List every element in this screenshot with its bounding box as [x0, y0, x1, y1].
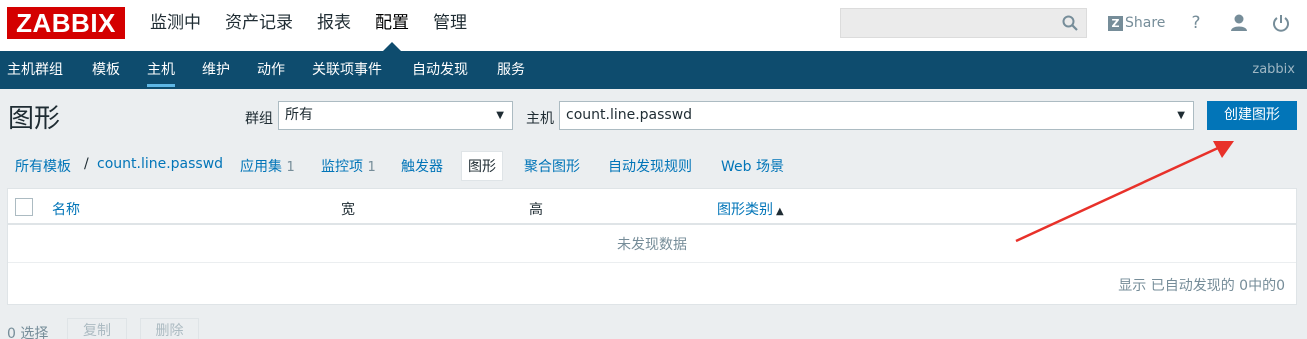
group-select[interactable]: 所有 ▼	[278, 101, 513, 130]
username-label: zabbix	[1252, 62, 1295, 77]
submenu-event-correlation[interactable]: 关联项事件	[312, 51, 382, 89]
column-width: 宽	[341, 202, 355, 218]
tab-count: 1	[286, 160, 295, 175]
submenu-actions[interactable]: 动作	[257, 51, 285, 89]
paging-info: 显示 已自动发现的 0中的0	[1118, 278, 1285, 294]
submenu-services[interactable]: 服务	[497, 51, 525, 89]
tab-items[interactable]: 监控项 1	[321, 156, 376, 176]
host-select[interactable]: count.line.passwd ▼	[559, 101, 1194, 130]
zabbix-logo[interactable]: ZABBIX	[7, 7, 125, 39]
menu-inventory[interactable]: 资产记录	[225, 0, 293, 51]
host-tabs: 所有模板 / count.line.passwd 应用集 1 监控项 1 触发器…	[0, 140, 1307, 188]
chevron-down-icon: ▼	[1177, 110, 1185, 121]
selected-count: 0 选择	[7, 326, 49, 339]
signout-icon[interactable]	[1270, 12, 1292, 34]
host-filter-label: 主机	[526, 111, 554, 127]
tab-label: 应用集	[240, 159, 282, 175]
menu-administration[interactable]: 管理	[433, 0, 467, 51]
menu-monitoring[interactable]: 监测中	[150, 0, 201, 51]
submenu-host-groups[interactable]: 主机群组	[7, 51, 63, 89]
tab-screens[interactable]: 聚合图形	[524, 156, 580, 176]
create-graph-button[interactable]: 创建图形	[1207, 101, 1297, 130]
user-profile-icon[interactable]	[1228, 12, 1250, 34]
breadcrumb-separator: /	[84, 156, 89, 172]
submenu-hosts[interactable]: 主机	[147, 51, 175, 89]
tab-triggers[interactable]: 触发器	[401, 156, 443, 176]
menu-configuration[interactable]: 配置	[375, 0, 409, 51]
breadcrumb-host[interactable]: count.line.passwd	[97, 156, 223, 172]
column-graph-type-label: 图形类别	[717, 202, 773, 218]
group-filter-label: 群组	[245, 111, 273, 127]
submenu-maintenance[interactable]: 维护	[202, 51, 230, 89]
submenu-discovery[interactable]: 自动发现	[412, 51, 468, 89]
sub-menu: 主机群组 模板 主机 维护 动作 关联项事件 自动发现 服务 zabbix	[0, 51, 1307, 89]
share-label: Share	[1125, 15, 1166, 31]
copy-button[interactable]: 复制	[67, 318, 127, 339]
submenu-templates[interactable]: 模板	[92, 51, 120, 89]
column-name[interactable]: 名称	[52, 199, 80, 219]
column-height: 高	[529, 202, 543, 218]
no-data-message: 未发现数据	[8, 227, 1296, 263]
tab-applications[interactable]: 应用集 1	[240, 156, 295, 176]
share-link[interactable]: Z Share	[1108, 12, 1165, 34]
page-title: 图形	[8, 104, 61, 134]
top-header: ZABBIX 监测中 资产记录 报表 配置 管理 Z Share ?	[0, 0, 1307, 51]
tab-web-scenarios[interactable]: Web 场景	[721, 156, 784, 176]
group-select-value: 所有	[285, 107, 313, 123]
main-menu: 监测中 资产记录 报表 配置 管理	[150, 0, 491, 51]
menu-reports[interactable]: 报表	[317, 0, 351, 51]
sort-asc-icon: ▲	[776, 206, 784, 217]
tab-count: 1	[367, 160, 376, 175]
tab-graphs[interactable]: 图形	[461, 151, 503, 181]
delete-button[interactable]: 删除	[140, 318, 199, 339]
chevron-down-icon: ▼	[496, 110, 504, 121]
breadcrumb-all-templates[interactable]: 所有模板	[15, 156, 71, 176]
table-header: 名称 宽 高 图形类别 ▲	[8, 189, 1296, 225]
tab-discovery-rules[interactable]: 自动发现规则	[608, 156, 692, 176]
select-all-checkbox[interactable]	[15, 198, 33, 216]
search-icon[interactable]	[1062, 15, 1078, 31]
search-input[interactable]	[840, 8, 1087, 38]
host-select-value: count.line.passwd	[566, 107, 693, 123]
share-z-icon: Z	[1108, 15, 1123, 31]
graphs-table: 名称 宽 高 图形类别 ▲ 未发现数据 显示 已自动发现的 0中的0	[7, 188, 1297, 305]
tab-label: 监控项	[321, 159, 363, 175]
column-graph-type[interactable]: 图形类别 ▲	[717, 199, 784, 219]
help-icon[interactable]: ?	[1185, 12, 1207, 34]
